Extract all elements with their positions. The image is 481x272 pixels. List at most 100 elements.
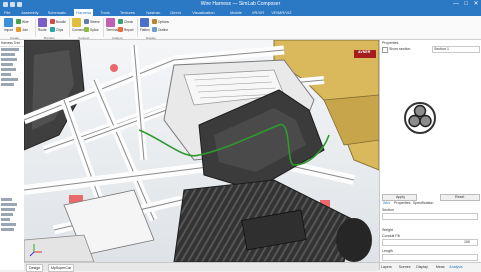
scene-render	[24, 40, 379, 262]
section-label: Section	[382, 208, 394, 212]
ribbon-button-label[interactable]: Route	[38, 28, 47, 32]
import-icon[interactable]	[4, 18, 13, 27]
tree-item[interactable]	[1, 48, 19, 51]
ribbon-button-label[interactable]: Flatten	[140, 28, 150, 32]
menu-tab-textures[interactable]: Textures	[118, 9, 137, 16]
harness-tree[interactable]	[0, 48, 24, 248]
panel-title: Properties	[382, 41, 399, 45]
panel-tab-scenes[interactable]: Scenes	[399, 265, 411, 269]
clip-icon[interactable]	[50, 27, 55, 32]
cross-section-view	[404, 102, 436, 134]
panel-tab-display[interactable]: Display	[416, 265, 428, 269]
left-panel-divider	[0, 46, 24, 47]
apply-button[interactable]: Apply	[382, 194, 417, 201]
wire-icon[interactable]	[16, 19, 21, 24]
tab-mysupercar[interactable]: MySuperCar	[48, 264, 75, 272]
ribbon-button-label[interactable]: Wire	[22, 20, 29, 24]
length-field[interactable]	[382, 254, 478, 261]
check-icon[interactable]	[118, 19, 123, 24]
tab-design[interactable]: Design	[26, 264, 44, 272]
splice-icon[interactable]	[84, 27, 89, 32]
menu-tabs: File Assembly Schematic Harness Tools Texture…	[0, 9, 481, 16]
maximize-button[interactable]: □	[461, 0, 471, 9]
menu-tab-schematic[interactable]: Schematic	[46, 9, 69, 16]
menu-tab-nastran[interactable]: Nastran	[144, 9, 162, 16]
connector-marker[interactable]	[110, 64, 118, 72]
ribbon-button-label[interactable]: Outline	[158, 28, 168, 32]
ribbon-button-label[interactable]: Clips	[56, 28, 63, 32]
tree-item[interactable]	[1, 78, 18, 81]
ribbon-button-label[interactable]: Options	[158, 20, 169, 24]
length-label: Length	[382, 249, 393, 253]
tree-item[interactable]	[1, 203, 17, 206]
menu-tab-mobile[interactable]: Mobile	[228, 9, 244, 16]
connector-icon[interactable]	[72, 18, 81, 27]
menu-tab-harness[interactable]: Harness	[74, 9, 94, 16]
outline-icon[interactable]	[152, 27, 157, 32]
tree-item[interactable]	[1, 83, 14, 86]
ribbon-button-label[interactable]: Report	[124, 28, 134, 32]
menu-tab-file[interactable]: File	[2, 9, 12, 16]
tree-item[interactable]	[1, 53, 15, 56]
subtab-specification[interactable]: Specification	[413, 201, 433, 205]
join-icon[interactable]	[16, 27, 21, 32]
options-icon[interactable]	[152, 19, 157, 24]
tree-item[interactable]	[1, 73, 11, 76]
terminal-icon[interactable]	[106, 18, 115, 27]
ribbon-button-label[interactable]: Splice	[90, 28, 99, 32]
tree-item[interactable]	[1, 63, 13, 66]
3d-viewport[interactable]: AVNER	[24, 40, 379, 262]
ribbon-separator	[69, 18, 70, 37]
reset-button-label: Reset	[455, 195, 465, 199]
section-field[interactable]	[382, 213, 478, 220]
panel-tab-analysis[interactable]: Analysis	[449, 265, 462, 269]
ribbon-button-label[interactable]: Join	[22, 28, 28, 32]
close-button[interactable]: ✕	[471, 0, 481, 9]
tree-item[interactable]	[1, 218, 10, 221]
ribbon-separator	[35, 18, 36, 37]
left-panel: Harness Tree	[0, 40, 25, 270]
conduit-fill-label: Conduit Fill	[382, 234, 400, 238]
minimize-button[interactable]: —	[451, 0, 461, 9]
show-section-label: Show section	[389, 47, 411, 51]
menu-tab-vr-xr[interactable]: VR/XR	[250, 9, 266, 16]
section-select-value: Section 1	[434, 47, 449, 51]
tree-item[interactable]	[1, 223, 16, 226]
report-icon[interactable]	[118, 27, 123, 32]
ribbon-button-label[interactable]: Sleeve	[90, 20, 100, 24]
menu-tab-visualization[interactable]: Visualization	[190, 9, 216, 16]
viewport-label: AVNER	[358, 50, 371, 54]
bundle-icon[interactable]	[50, 19, 55, 24]
properties-panel: Properties Show section Section 1 Apply …	[379, 40, 481, 271]
ribbon-button-label[interactable]: Bundle	[56, 20, 66, 24]
tree-item[interactable]	[1, 208, 15, 211]
tree-item[interactable]	[1, 213, 13, 216]
sleeve-icon[interactable]	[84, 19, 89, 24]
panel-tab-layers[interactable]: Layers	[381, 265, 392, 269]
menu-tab-tools[interactable]: Tools	[98, 9, 111, 16]
tree-item[interactable]	[1, 58, 17, 61]
menu-tab-direct[interactable]: Direct	[168, 9, 182, 16]
ribbon-toolbar: Import Wire Join Route Bundle Clips Connectors…	[0, 16, 481, 40]
menu-tab-assembly[interactable]: Assembly	[19, 9, 40, 16]
tree-item[interactable]	[1, 68, 16, 71]
window-title: Wire Harness — SimLab Composer	[200, 1, 281, 7]
ribbon-separator	[103, 18, 104, 37]
conduit-fill-field[interactable]: 100	[382, 239, 478, 246]
ribbon-button-label[interactable]: Check	[124, 20, 133, 24]
ribbon-separator	[137, 18, 138, 37]
subtab-properties[interactable]: Properties	[394, 201, 410, 205]
tree-item[interactable]	[1, 228, 14, 231]
subtab-wire[interactable]: Wire	[383, 201, 390, 205]
menu-tab-vr-mr-viz[interactable]: VR/MR/VIZ	[269, 9, 293, 16]
conduit-fill-value: 100	[464, 240, 470, 244]
tree-item[interactable]	[1, 198, 12, 201]
show-section-checkbox[interactable]	[382, 47, 388, 53]
reset-button[interactable]: Reset	[440, 194, 480, 201]
route-icon[interactable]	[38, 18, 47, 27]
ribbon-button-label[interactable]: Import	[4, 28, 13, 32]
panel-tab-meas[interactable]: Meas	[436, 265, 445, 269]
title-bar: Wire Harness — SimLab Composer — □ ✕	[0, 0, 481, 9]
section-select[interactable]: Section 1	[432, 46, 480, 53]
flatten-icon[interactable]	[140, 18, 149, 27]
